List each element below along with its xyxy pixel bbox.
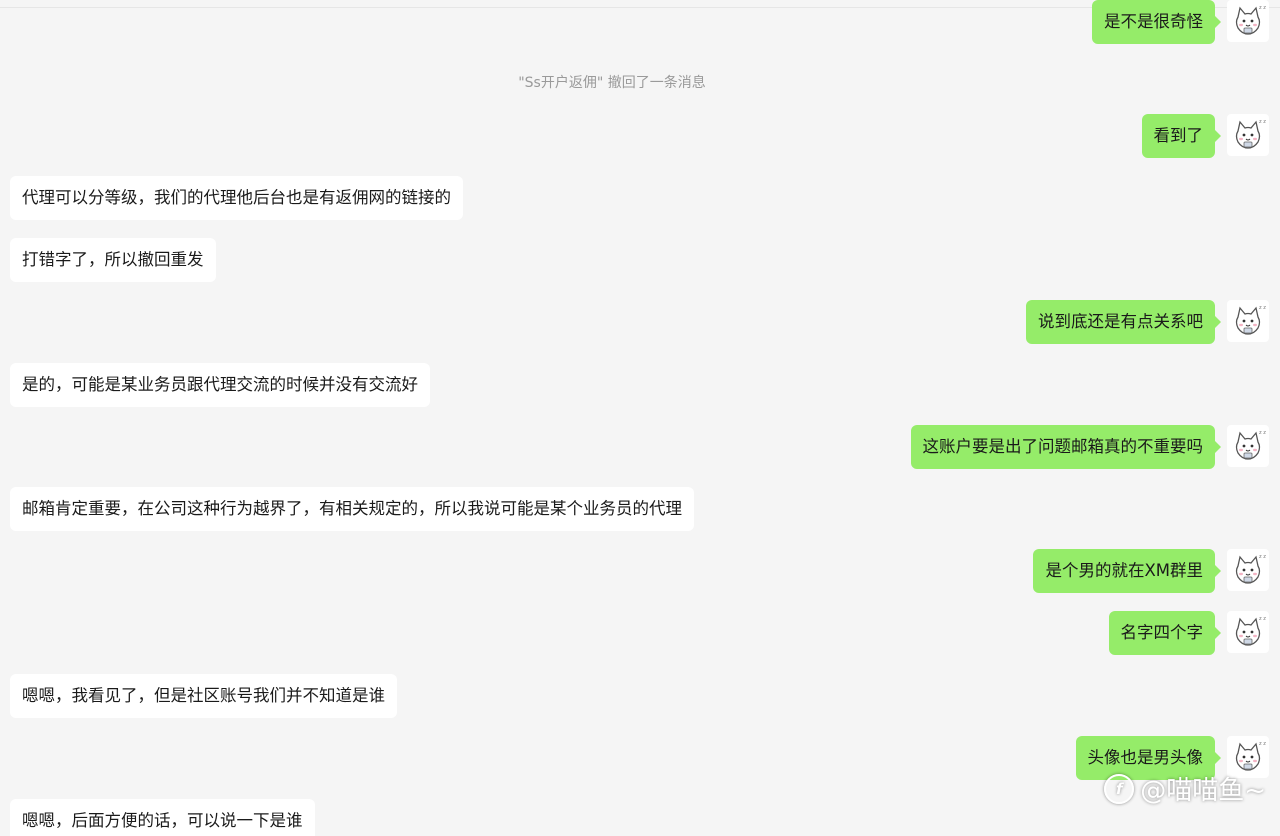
svg-text:z z: z z (1259, 554, 1266, 560)
message-bubble-outgoing[interactable]: 这账户要是出了问题邮箱真的不重要吗 (910, 425, 1221, 469)
watermark: f @喵喵鱼~ (1104, 770, 1266, 807)
svg-text:z z: z z (1259, 305, 1266, 311)
message-bubble-outgoing[interactable]: 说到底还是有点关系吧 (1026, 300, 1221, 344)
svg-text:z z: z z (1259, 616, 1266, 622)
cat-avatar-icon[interactable]: z z (1227, 549, 1269, 591)
message-bubble-incoming[interactable]: 是的，可能是某业务员跟代理交流的时候并没有交流好 (10, 363, 430, 407)
cat-avatar-icon[interactable]: z z (1227, 114, 1269, 156)
watermark-logo-icon: f (1104, 773, 1135, 804)
watermark-text: @喵喵鱼~ (1140, 776, 1266, 806)
cat-avatar-icon[interactable]: z z (1227, 425, 1269, 467)
message-bubble-incoming[interactable]: 代理可以分等级，我们的代理他后台也是有返佣网的链接的 (10, 176, 463, 220)
message-bubble-incoming[interactable]: 邮箱肯定重要，在公司这种行为越界了，有相关规定的，所以我说可能是某个业务员的代理 (10, 487, 694, 531)
message-bubble-incoming[interactable]: 嗯嗯，后面方便的话，可以说一下是谁 (10, 799, 315, 836)
svg-text:z z: z z (1259, 5, 1266, 11)
recall-notice: "Ss开户返佣" 撤回了一条消息 (518, 75, 706, 91)
message-bubble-outgoing[interactable]: 是不是很奇怪 (1092, 0, 1221, 44)
cat-avatar-icon[interactable]: z z (1227, 611, 1269, 653)
chat-window[interactable]: 是不是很奇怪 z z "Ss开户返佣" 撤回了一条消息 看到了 z z 代理可以… (0, 0, 1280, 836)
svg-text:z z: z z (1259, 119, 1266, 125)
message-bubble-outgoing[interactable]: 看到了 (1141, 114, 1221, 158)
message-bubble-outgoing[interactable]: 名字四个字 (1108, 611, 1221, 655)
message-bubble-incoming[interactable]: 打错字了，所以撤回重发 (10, 238, 216, 282)
cat-avatar-icon[interactable]: z z (1227, 0, 1269, 42)
message-bubble-incoming[interactable]: 嗯嗯，我看见了，但是社区账号我们并不知道是谁 (10, 674, 397, 718)
top-divider (0, 7, 1280, 8)
svg-text:z z: z z (1259, 741, 1266, 747)
cat-avatar-icon[interactable]: z z (1227, 300, 1269, 342)
message-bubble-outgoing[interactable]: 是个男的就在XM群里 (1033, 549, 1221, 593)
svg-text:z z: z z (1259, 430, 1266, 436)
